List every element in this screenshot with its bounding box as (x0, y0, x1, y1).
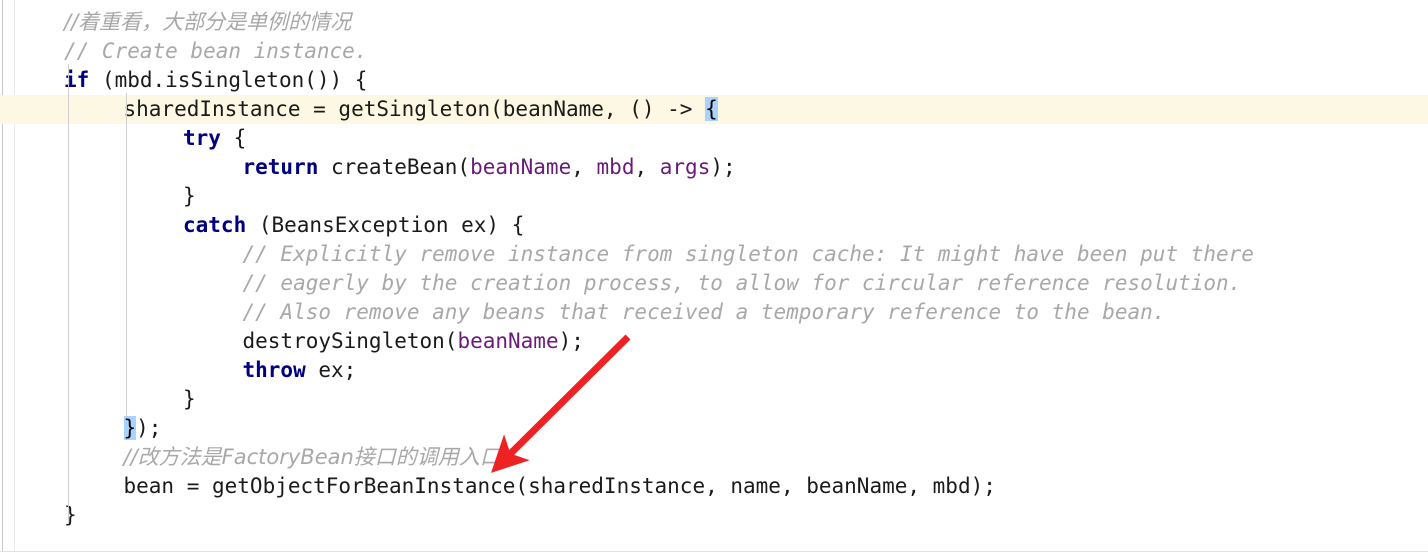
code-line-text: // Explicitly remove instance from singl… (0, 240, 1254, 269)
code-token-plain: ); (710, 155, 736, 179)
code-token-plain: ); (136, 416, 162, 440)
code-token-cmt-cn: //改方法是FactoryBean接口的调用入口 (123, 445, 501, 469)
code-line[interactable]: // eagerly by the creation process, to a… (0, 269, 1428, 298)
code-line[interactable]: // Also remove any beans that received a… (0, 298, 1428, 327)
code-token-brace-hl: { (705, 97, 718, 121)
code-token-param: beanName (457, 329, 559, 353)
code-line[interactable]: bean = getObjectForBeanInstance(sharedIn… (0, 472, 1428, 501)
code-line-text: return createBean(beanName, mbd, args); (0, 153, 736, 182)
indent-guide (68, 64, 69, 524)
code-line[interactable]: } (0, 182, 1428, 211)
code-line-text: }); (0, 414, 161, 443)
code-line[interactable]: destroySingleton(beanName); (0, 327, 1428, 356)
code-token-cmt: // Also remove any beans that received a… (242, 300, 1166, 324)
code-line-text: } (0, 385, 196, 414)
code-line[interactable]: //着重看，大部分是单例的情况 (0, 8, 1428, 37)
code-line[interactable]: // Create bean instance. (0, 37, 1428, 66)
code-line-text: } (0, 182, 196, 211)
code-token-cmt: // eagerly by the creation process, to a… (242, 271, 1242, 295)
code-line-text: if (mbd.isSingleton()) { (0, 66, 367, 95)
code-line-text: //着重看，大部分是单例的情况 (0, 8, 351, 37)
code-token-plain: { (220, 126, 247, 150)
code-line[interactable]: try { (0, 124, 1428, 153)
code-line[interactable]: }); (0, 414, 1428, 443)
code-token-plain: , (634, 155, 660, 179)
code-line-text: // eagerly by the creation process, to a… (0, 269, 1242, 298)
code-line-text: bean = getObjectForBeanInstance(sharedIn… (0, 472, 996, 501)
code-token-kw: return (242, 155, 319, 179)
code-line[interactable]: //改方法是FactoryBean接口的调用入口 (0, 443, 1428, 472)
code-line[interactable]: if (mbd.isSingleton()) { (0, 66, 1428, 95)
code-line[interactable]: throw ex; (0, 356, 1428, 385)
code-line-text: } (0, 501, 77, 530)
code-token-plain: destroySingleton( (242, 329, 458, 353)
code-token-plain: } (183, 184, 196, 208)
code-line-text: //改方法是FactoryBean接口的调用入口 (0, 443, 501, 472)
code-token-plain: } (183, 387, 196, 411)
code-token-cmt: // Explicitly remove instance from singl… (242, 242, 1254, 266)
code-token-plain: createBean( (318, 155, 471, 179)
code-token-plain: sharedInstance = getSingleton(beanName, … (123, 97, 706, 121)
code-token-plain: ex; (305, 358, 357, 382)
code-token-cmt-cn: //着重看，大部分是单例的情况 (64, 10, 352, 34)
code-token-param: mbd (596, 155, 635, 179)
code-line-text: throw ex; (0, 356, 357, 385)
code-line-text: // Also remove any beans that received a… (0, 298, 1166, 327)
code-token-param: args (659, 155, 711, 179)
code-token-kw: catch (183, 213, 247, 237)
code-line-text: destroySingleton(beanName); (0, 327, 584, 356)
indent-guide (126, 93, 127, 418)
code-line-text: sharedInstance = getSingleton(beanName, … (0, 95, 718, 124)
code-line[interactable]: } (0, 501, 1428, 530)
code-line-text: // Create bean instance. (0, 37, 367, 66)
code-token-kw: try (183, 126, 221, 150)
code-line[interactable]: // Explicitly remove instance from singl… (0, 240, 1428, 269)
code-token-plain: bean = getObjectForBeanInstance(sharedIn… (123, 474, 996, 498)
code-content[interactable]: //着重看，大部分是单例的情况 // Create bean instance. i… (0, 0, 1428, 552)
code-line-text: try { (0, 124, 246, 153)
code-token-param: beanName (470, 155, 572, 179)
code-token-brace-hl: } (123, 416, 137, 440)
code-token-plain: , (571, 155, 597, 179)
code-token-kw: throw (242, 358, 306, 382)
code-token-plain: ); (558, 329, 584, 353)
code-line[interactable]: sharedInstance = getSingleton(beanName, … (0, 95, 1428, 124)
code-token-plain: (BeansException ex) { (246, 213, 525, 237)
code-token-plain: (mbd.isSingleton()) { (89, 68, 368, 92)
code-token-plain: } (64, 503, 77, 527)
code-line-text: catch (BeansException ex) { (0, 211, 524, 240)
code-line[interactable]: catch (BeansException ex) { (0, 211, 1428, 240)
code-line[interactable]: return createBean(beanName, mbd, args); (0, 153, 1428, 182)
code-token-cmt: // Create bean instance. (64, 39, 368, 63)
code-editor[interactable]: //着重看，大部分是单例的情况 // Create bean instance. i… (0, 0, 1428, 552)
code-line[interactable]: } (0, 385, 1428, 414)
